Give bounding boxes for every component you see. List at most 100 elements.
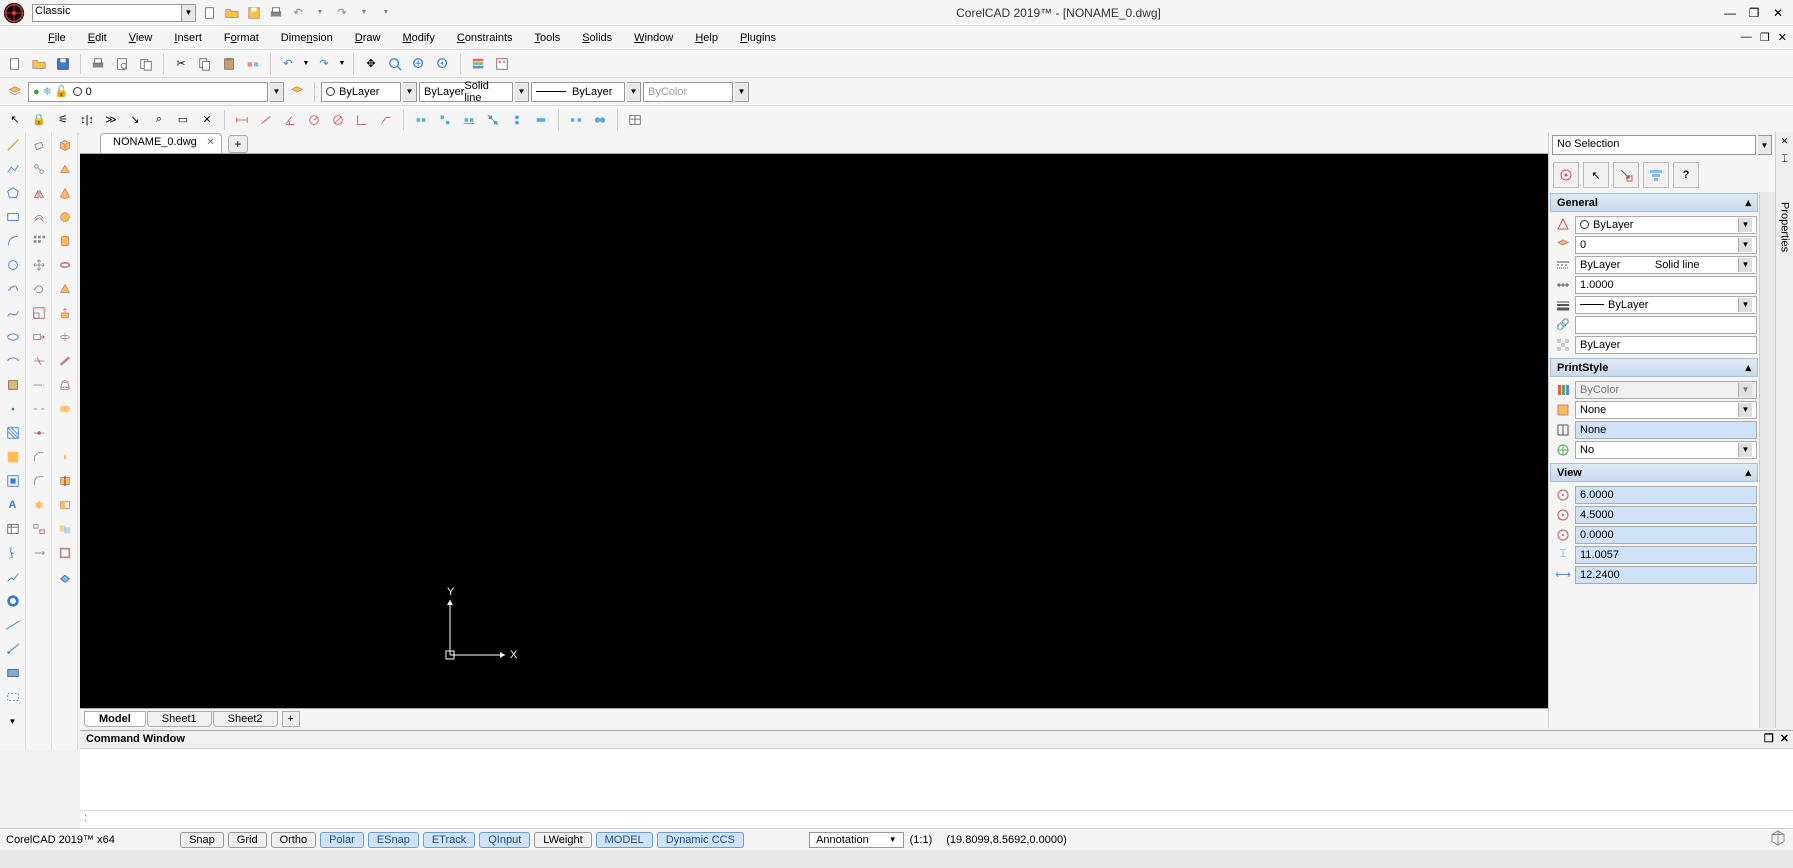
intersect-icon[interactable]: [54, 446, 76, 468]
slice-icon[interactable]: [54, 470, 76, 492]
constr-2[interactable]: [434, 109, 456, 131]
workspace-select[interactable]: Classic: [32, 4, 182, 22]
cmd-dock-button[interactable]: ❐: [1764, 732, 1774, 745]
prop-linescale[interactable]: 1.0000: [1575, 276, 1757, 294]
status-grid-button[interactable]: Grid: [228, 832, 267, 848]
status-etrack-button[interactable]: ETrack: [423, 832, 475, 848]
dim-diameter-button[interactable]: [327, 109, 349, 131]
linestyle-combo[interactable]: ByLayerSolid line: [419, 82, 513, 102]
cylinder-icon[interactable]: [54, 230, 76, 252]
print-button[interactable]: [87, 53, 109, 75]
printcolor-combo[interactable]: ByColor: [643, 82, 733, 102]
annotation-scale-combo[interactable]: Annotation▼: [809, 832, 904, 848]
section-printstyle[interactable]: PrintStyle▴: [1550, 358, 1758, 377]
linecolor-combo[interactable]: ByLayer: [321, 82, 401, 102]
properties-button[interactable]: [467, 53, 489, 75]
undo-dropdown[interactable]: ▼: [301, 53, 311, 75]
ellipse-icon[interactable]: [2, 326, 24, 348]
maximize-button[interactable]: ❐: [1747, 6, 1761, 20]
align-icon[interactable]: [28, 518, 50, 540]
status-esnap-button[interactable]: ESnap: [368, 832, 419, 848]
sweep-icon[interactable]: [54, 350, 76, 372]
prop-filter-button[interactable]: [1643, 162, 1669, 188]
donut-icon[interactable]: [2, 590, 24, 612]
menu-draw[interactable]: Draw: [345, 29, 391, 47]
new-button[interactable]: [4, 53, 26, 75]
menu-window[interactable]: Window: [624, 29, 683, 47]
constr-3[interactable]: [458, 109, 480, 131]
linestyle-combo-arrow[interactable]: ▼: [515, 82, 529, 102]
print-preview-button[interactable]: [111, 53, 133, 75]
copy-button[interactable]: [194, 53, 216, 75]
planar-icon[interactable]: [54, 566, 76, 588]
spline-icon[interactable]: [2, 302, 24, 324]
menu-view[interactable]: View: [119, 29, 163, 47]
selection-combo[interactable]: No Selection: [1552, 135, 1756, 155]
layer-combo[interactable]: ● ❄ 🔓 0: [28, 82, 268, 102]
linecolor-combo-arrow[interactable]: ▼: [403, 82, 417, 102]
redo-button[interactable]: ↷: [313, 53, 335, 75]
workspace-dropdown-arrow[interactable]: ▼: [182, 4, 196, 22]
constr-6[interactable]: [530, 109, 552, 131]
status-model-button[interactable]: MODEL: [596, 832, 653, 848]
prop-help-button[interactable]: ?: [1673, 162, 1699, 188]
subtract-icon[interactable]: [54, 422, 76, 444]
prop-select-button[interactable]: ↖: [1583, 162, 1609, 188]
ray-icon[interactable]: [2, 638, 24, 660]
menu-plugins[interactable]: Plugins: [730, 29, 786, 47]
print-icon[interactable]: [268, 5, 284, 21]
add-sheet-button[interactable]: +: [282, 711, 300, 727]
status-lweight-button[interactable]: LWeight: [534, 832, 591, 848]
redo-dropdown[interactable]: ▼: [337, 53, 347, 75]
move-icon[interactable]: [28, 254, 50, 276]
lineweight-combo[interactable]: ByLayer: [531, 82, 625, 102]
polygon-icon[interactable]: [2, 182, 24, 204]
properties-side-tab[interactable]: ✕ ⌶ Properties: [1775, 132, 1793, 728]
zoom-dynamic-button[interactable]: [408, 53, 430, 75]
explode-icon[interactable]: [28, 494, 50, 516]
tab-model[interactable]: Model: [84, 711, 146, 727]
constr-7[interactable]: [565, 109, 587, 131]
status-isometric-icon[interactable]: [1769, 829, 1787, 850]
rectangle-icon[interactable]: [2, 206, 24, 228]
redo-dropdown-icon[interactable]: ▼: [356, 5, 372, 21]
revolve-icon[interactable]: [54, 326, 76, 348]
drawing-canvas[interactable]: X Y: [80, 154, 1548, 708]
erase-icon[interactable]: [28, 134, 50, 156]
section-general[interactable]: General▴: [1550, 193, 1758, 212]
prop-quickselect-button[interactable]: [1613, 162, 1639, 188]
prop-attached[interactable]: No▼: [1575, 441, 1757, 459]
zoom-previous-button[interactable]: [432, 53, 454, 75]
tab-sheet1[interactable]: Sheet1: [147, 711, 212, 727]
doc-maximize-button[interactable]: ❐: [1760, 31, 1770, 44]
loft-icon[interactable]: [54, 374, 76, 396]
prop-layer[interactable]: 0▼: [1575, 236, 1757, 254]
extend-icon[interactable]: [28, 374, 50, 396]
qa-customize-icon[interactable]: ▼: [378, 5, 394, 21]
cone-icon[interactable]: [54, 182, 76, 204]
cmd-close-button[interactable]: ✕: [1780, 732, 1789, 745]
status-polar-button[interactable]: Polar: [320, 832, 364, 848]
union-icon[interactable]: [54, 398, 76, 420]
prop-hyperlink[interactable]: [1575, 316, 1757, 334]
table-button[interactable]: [624, 109, 646, 131]
rotate-icon[interactable]: [28, 278, 50, 300]
array-icon[interactable]: [28, 230, 50, 252]
find-button[interactable]: ⌕: [148, 109, 170, 131]
save-button[interactable]: [52, 53, 74, 75]
prop-linestyle[interactable]: ByLayerSolid line▼: [1575, 256, 1757, 274]
redo-icon[interactable]: ↷: [334, 5, 350, 21]
constr-5[interactable]: [506, 109, 528, 131]
region-icon[interactable]: [2, 470, 24, 492]
sphere-icon[interactable]: [54, 206, 76, 228]
constr-8[interactable]: [589, 109, 611, 131]
copy-mod-icon[interactable]: [28, 158, 50, 180]
xline-icon[interactable]: [2, 614, 24, 636]
menu-file[interactable]: File: [38, 29, 76, 47]
menu-edit[interactable]: Edit: [78, 29, 117, 47]
menu-insert[interactable]: Insert: [164, 29, 212, 47]
minimize-button[interactable]: —: [1723, 6, 1737, 20]
dim-radius-button[interactable]: [303, 109, 325, 131]
break-icon[interactable]: [28, 398, 50, 420]
save-icon[interactable]: [246, 5, 262, 21]
